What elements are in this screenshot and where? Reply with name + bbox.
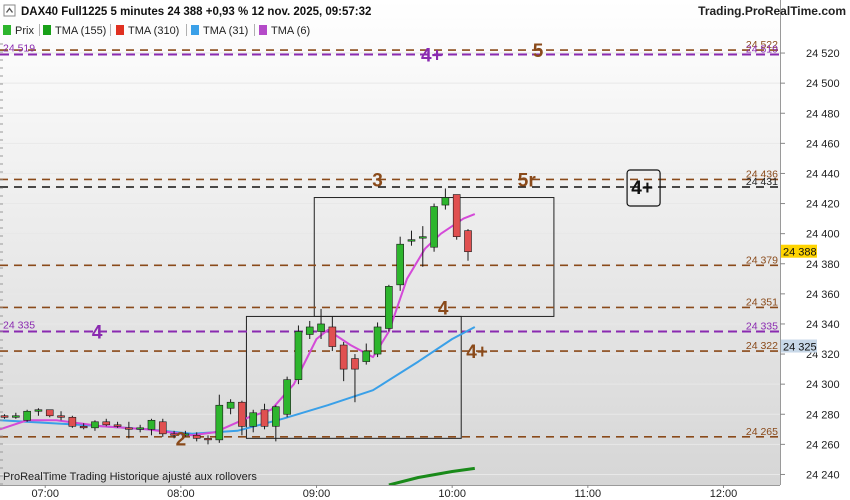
- candle-up: [407, 239, 416, 242]
- candle-down: [0, 415, 9, 418]
- y-tick-label: 24 500: [806, 78, 840, 90]
- candle-down: [57, 415, 65, 418]
- hide-panel-icon[interactable]: [3, 4, 16, 17]
- legend-label-tma310: TMA (310): [128, 25, 179, 37]
- candle-up: [23, 410, 31, 421]
- wave-label: 2: [176, 429, 187, 450]
- candle-up: [12, 415, 20, 418]
- x-tick-label: 12:00: [710, 488, 738, 500]
- legend-swatch-tma310: [116, 25, 124, 35]
- y-tick-label: 24 280: [806, 409, 840, 421]
- candle-up: [441, 197, 450, 206]
- candle-up: [34, 409, 43, 412]
- candle-up: [317, 323, 325, 332]
- candle-down: [204, 438, 212, 441]
- candle-up: [249, 412, 258, 427]
- y-tick-label: 24 360: [806, 289, 840, 301]
- footer-label: ProRealTime Trading Historique ajusté au…: [3, 471, 257, 483]
- price-chart[interactable]: 4+ 5 3 5r 4+ 4 4 4+ 2 24 240 24 260 24 280 24 300 24…: [0, 0, 850, 500]
- price-tag-label: 24 325: [783, 342, 817, 354]
- candle-up: [272, 406, 280, 427]
- x-tick-label: 10:00: [438, 488, 466, 500]
- candle-down: [125, 427, 133, 430]
- candle-up: [283, 379, 291, 415]
- legend-swatch-tma6: [259, 25, 267, 35]
- candle-up: [362, 350, 371, 362]
- legend-label-tma155: TMA (155): [55, 25, 106, 37]
- wave-label: 4: [438, 298, 449, 319]
- candle-down: [464, 230, 472, 253]
- candle-down: [102, 421, 111, 426]
- level-label-left: 24 519: [3, 43, 35, 55]
- candle-down: [260, 409, 269, 427]
- candle-up: [215, 404, 224, 441]
- candle-down: [68, 416, 77, 427]
- candle-up: [147, 419, 156, 430]
- candle-down: [79, 426, 88, 429]
- wave-label: 4+: [631, 178, 653, 199]
- level-label-left: 24 335: [3, 319, 35, 331]
- level-label: 24 431: [746, 176, 778, 188]
- legend-swatch-prix: [3, 25, 11, 35]
- legend-swatch-tma155: [43, 25, 51, 35]
- legend-label-prix: Prix: [15, 25, 34, 37]
- candle-down: [158, 421, 167, 435]
- x-tick-label: 09:00: [303, 488, 331, 500]
- y-tick-label: 24 400: [806, 229, 840, 241]
- candle-up: [430, 206, 438, 248]
- legend-label-tma31: TMA (31): [203, 25, 248, 37]
- candle-down: [328, 326, 337, 347]
- wave-label: 3: [372, 170, 383, 191]
- x-tick-label: 07:00: [31, 488, 59, 500]
- wave-label: 4: [92, 322, 103, 343]
- x-tick-label: 08:00: [167, 488, 195, 500]
- legend-label-tma6: TMA (6): [271, 25, 310, 37]
- wave-label: 4+: [466, 342, 488, 363]
- level-label: 24 322: [746, 340, 778, 352]
- x-tick-label: 11:00: [574, 488, 601, 500]
- candle-down: [238, 401, 246, 427]
- candle-up: [373, 326, 382, 355]
- level-label: 24 351: [746, 296, 778, 308]
- candle-up: [136, 427, 144, 430]
- y-tick-label: 24 240: [806, 469, 840, 481]
- level-label: 24 265: [746, 426, 778, 438]
- candle-up: [226, 401, 235, 409]
- y-tick-label: 24 480: [806, 108, 840, 120]
- candle-up: [385, 286, 393, 329]
- level-label: 24 335: [746, 320, 778, 332]
- price-tag-label: 24 388: [783, 247, 817, 259]
- candle-down: [45, 409, 54, 417]
- wave-label: 5r: [518, 170, 537, 191]
- candle-up: [91, 421, 99, 429]
- candle-down: [113, 424, 122, 427]
- candle-down: [192, 435, 201, 439]
- plot-background: [0, 0, 780, 485]
- candle-up: [294, 331, 303, 380]
- wave-label: 5: [533, 41, 544, 62]
- y-tick-label: 24 260: [806, 439, 840, 451]
- legend-swatch-tma31: [191, 25, 199, 35]
- candle-up: [305, 326, 314, 335]
- candle-down: [452, 194, 461, 237]
- y-tick-label: 24 520: [806, 48, 840, 60]
- y-tick-label: 24 340: [806, 319, 840, 331]
- y-tick-label: 24 460: [806, 138, 840, 150]
- y-tick-label: 24 300: [806, 379, 840, 391]
- y-tick-label: 24 440: [806, 168, 840, 180]
- source-label: Trading.ProRealTime.com: [698, 4, 846, 18]
- candle-down: [339, 344, 348, 370]
- wave-label: 4+: [421, 46, 443, 67]
- y-tick-label: 24 380: [806, 259, 840, 271]
- level-label: 24 379: [746, 254, 778, 266]
- chart-title: DAX40 Full1225 5 minutes 24 388 +0,93 % …: [21, 6, 371, 18]
- candle-up: [396, 243, 404, 286]
- candle-down: [351, 358, 359, 370]
- level-label: 24 519: [746, 44, 778, 56]
- y-tick-label: 24 420: [806, 199, 840, 211]
- candle-up: [418, 236, 427, 239]
